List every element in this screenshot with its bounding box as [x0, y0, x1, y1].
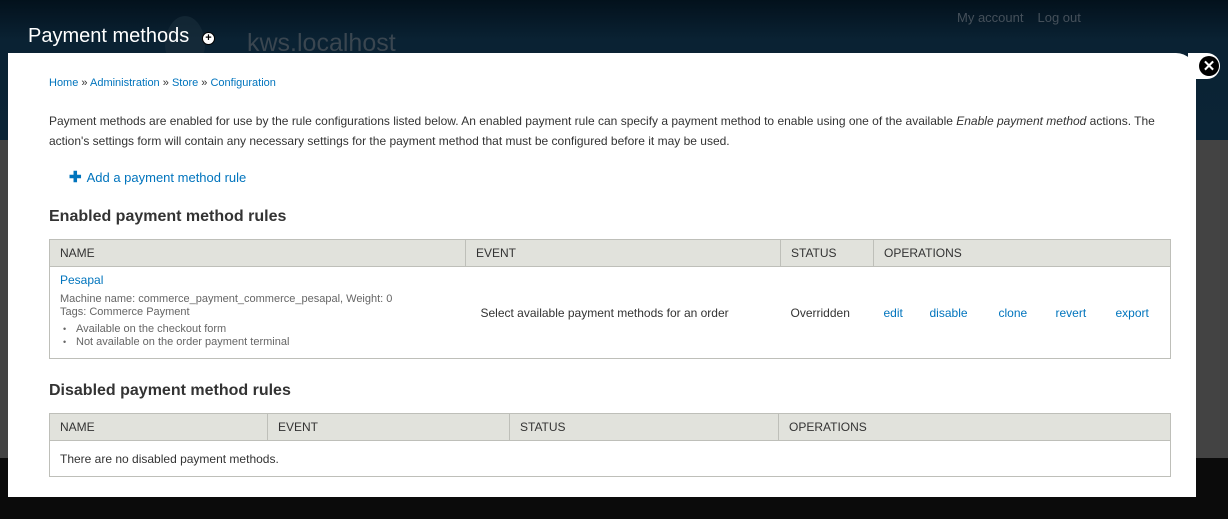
- rule-note: Available on the checkout form: [60, 323, 456, 336]
- column-header-event: EVENT: [267, 413, 510, 441]
- export-link[interactable]: export: [1116, 306, 1149, 320]
- column-header-operations: OPERATIONS: [873, 239, 1171, 267]
- rule-status: Overridden: [780, 266, 874, 359]
- plus-icon: ✚: [69, 169, 82, 186]
- column-header-status: STATUS: [509, 413, 779, 441]
- empty-message: There are no disabled payment methods.: [49, 440, 1171, 477]
- my-account-link[interactable]: My account: [957, 10, 1023, 25]
- enabled-rules-heading: Enabled payment method rules: [49, 208, 287, 225]
- add-shortcut-icon[interactable]: +: [202, 32, 215, 45]
- rule-note: Not available on the order payment termi…: [60, 336, 456, 349]
- breadcrumb-store[interactable]: Store: [172, 77, 198, 89]
- breadcrumb-home[interactable]: Home: [49, 77, 78, 89]
- disabled-rules-heading: Disabled payment method rules: [49, 382, 291, 399]
- page-title: Payment methods: [28, 25, 190, 47]
- column-header-operations: OPERATIONS: [778, 413, 1171, 441]
- clone-link[interactable]: clone: [999, 306, 1056, 320]
- add-payment-method-rule-link[interactable]: ✚ Add a payment method rule: [69, 170, 246, 185]
- disable-link[interactable]: disable: [930, 306, 999, 320]
- rule-machine-name: Machine name: commerce_payment_commerce_…: [60, 293, 393, 305]
- rule-operations: edit disable clone revert export: [873, 266, 1171, 359]
- intro-text: Payment methods are enabled for use by t…: [49, 114, 1155, 148]
- breadcrumb-configuration[interactable]: Configuration: [210, 77, 275, 89]
- column-header-status: STATUS: [780, 239, 874, 267]
- disabled-rules-table: NAME EVENT STATUS OPERATIONS There are n…: [49, 413, 1171, 477]
- column-header-event: EVENT: [465, 239, 781, 267]
- rule-tags: Tags: Commerce Payment: [60, 306, 190, 318]
- rule-event: Select available payment methods for an …: [465, 266, 781, 359]
- rule-name-cell: Pesapal Machine name: commerce_payment_c…: [49, 266, 466, 359]
- close-icon[interactable]: ✕: [1199, 56, 1219, 76]
- breadcrumb-administration[interactable]: Administration: [90, 77, 160, 89]
- log-out-link[interactable]: Log out: [1037, 10, 1080, 25]
- empty-row: There are no disabled payment methods.: [49, 440, 1171, 477]
- revert-link[interactable]: revert: [1056, 306, 1116, 320]
- column-header-name: NAME: [49, 413, 268, 441]
- overlay-dialog: Home » Administration » Store » Configur…: [8, 53, 1196, 497]
- edit-link[interactable]: edit: [884, 306, 930, 320]
- table-row: Pesapal Machine name: commerce_payment_c…: [49, 266, 1171, 359]
- column-header-name: NAME: [49, 239, 466, 267]
- enabled-rules-table: NAME EVENT STATUS OPERATIONS Pesapal Mac…: [49, 239, 1171, 359]
- secondary-menu: My account Log out: [957, 10, 1081, 25]
- rule-name-link[interactable]: Pesapal: [60, 273, 456, 287]
- rule-notes: Available on the checkout form Not avail…: [60, 323, 456, 349]
- breadcrumb: Home » Administration » Store » Configur…: [49, 77, 276, 89]
